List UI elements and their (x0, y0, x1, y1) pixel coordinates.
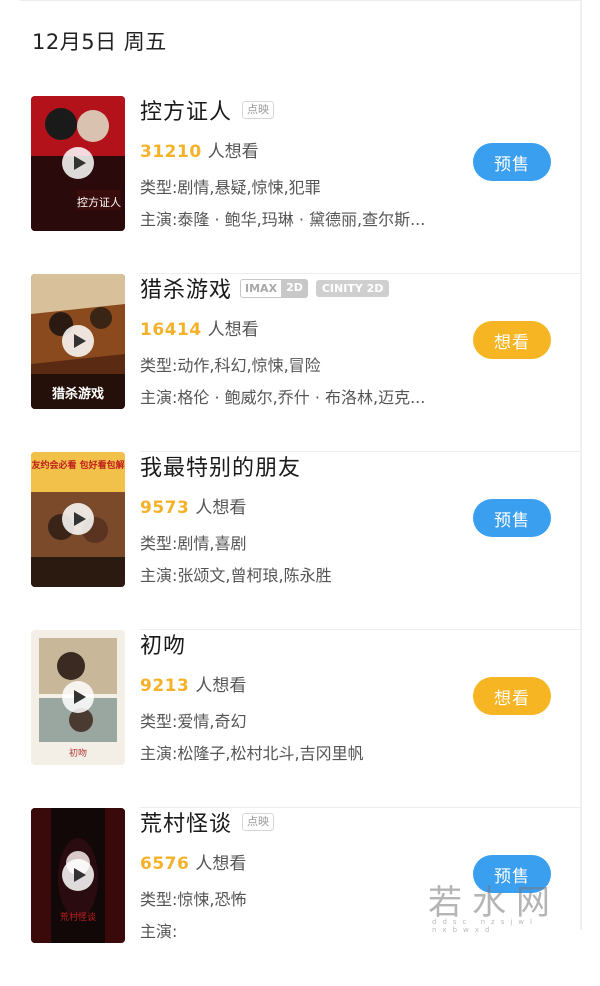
poster-title-text: 控方证人 (77, 195, 121, 209)
movie-card[interactable]: 控方证人 控方证人 点映 31210 人想看 类型:剧情,悬疑,惊悚,犯罪 主演:… (0, 96, 580, 274)
imax-label: IMAX (240, 278, 282, 298)
movie-genre: 类型:动作,科幻,惊悚,冒险 (140, 356, 321, 375)
presale-button[interactable]: 预售 (473, 499, 551, 537)
movie-poster[interactable]: 荒村怪谈 (31, 808, 125, 943)
movie-genre: 类型:惊悚,恐怖 (140, 890, 247, 909)
presale-button[interactable]: 预售 (473, 143, 551, 181)
movie-cast: 主演:格伦 · 鲍威尔,乔什 · 布洛林,迈克... (140, 388, 426, 407)
want-suffix: 人想看 (195, 676, 247, 696)
want-suffix: 人想看 (195, 854, 247, 874)
movie-card[interactable]: 猎杀游戏 猎杀游戏 IMAX 2D CINITY 2D 16414 人想看 类型:动… (0, 274, 580, 452)
watermark-subtext: ddsc nzsjwl nxbwxd (432, 918, 538, 934)
date-header: 12月5日 周五 (32, 30, 167, 54)
want-button[interactable]: 想看 (473, 321, 551, 359)
movie-poster[interactable]: 朋友约会必看 包好看包解压 (31, 452, 125, 587)
movie-title-row: 初吻 (140, 628, 186, 660)
want-count: 31210 人想看 (140, 137, 259, 162)
movie-cast: 主演:张颂文,曾柯琅,陈永胜 (140, 566, 332, 585)
movie-title[interactable]: 初吻 (140, 628, 186, 660)
want-number: 6576 (140, 854, 190, 874)
want-suffix: 人想看 (207, 142, 259, 162)
movie-cast: 主演:泰隆 · 鲍华,玛琳 · 黛德丽,查尔斯... (140, 210, 426, 229)
movie-title-row: 荒村怪谈 点映 (140, 806, 275, 838)
movie-poster[interactable]: 控方证人 (31, 96, 125, 231)
movie-title-row: 我最特别的朋友 (140, 450, 301, 482)
movie-genre: 类型:剧情,悬疑,惊悚,犯罪 (140, 178, 321, 197)
play-icon[interactable] (62, 859, 94, 891)
want-suffix: 人想看 (207, 320, 259, 340)
movie-genre: 类型:爱情,奇幻 (140, 712, 247, 731)
preview-tag: 点映 (242, 813, 275, 831)
poster-title-text: 朋友约会必看 包好看包解压 (31, 459, 125, 471)
want-count: 9573 人想看 (140, 493, 246, 518)
movie-title[interactable]: 我最特别的朋友 (140, 450, 301, 482)
play-icon[interactable] (62, 325, 94, 357)
2d-label: 2D (286, 280, 303, 294)
movie-cast: 主演:松隆子,松村北斗,吉冈里帆 (140, 744, 364, 763)
movie-card[interactable]: 朋友约会必看 包好看包解压 我最特别的朋友 9573人想看 类型:剧情,喜剧 主… (0, 452, 580, 630)
movie-cast: 主演: (140, 922, 178, 941)
movie-title-row: 猎杀游戏 IMAX 2D CINITY 2D (140, 272, 390, 304)
want-count: 9213 人想看 (140, 671, 246, 696)
want-number: 9573 (140, 498, 190, 518)
movie-genre: 类型:剧情,喜剧 (140, 534, 247, 553)
preview-tag: 点映 (242, 101, 275, 119)
want-number: 31210 (140, 142, 202, 162)
want-suffix: 人想看 (195, 498, 247, 518)
want-number: 9213 (140, 676, 190, 696)
want-number: 16414 (140, 320, 202, 340)
movie-title[interactable]: 控方证人 (140, 94, 232, 126)
top-divider (20, 0, 580, 1)
movie-card[interactable]: 初吻 初吻 9213 人想看 类型:爱情,奇幻 主演:松隆子,松村北斗,吉冈里帆 … (0, 630, 580, 808)
want-count: 6576 人想看 (140, 849, 246, 874)
want-count: 16414 人想看 (140, 315, 259, 340)
play-icon[interactable] (62, 147, 94, 179)
want-button[interactable]: 想看 (473, 677, 551, 715)
movie-poster[interactable]: 初吻 (31, 630, 125, 765)
poster-title-text: 猎杀游戏 (52, 386, 104, 402)
movie-title[interactable]: 猎杀游戏 (140, 272, 232, 304)
imax-2d-tag: IMAX 2D (240, 278, 308, 298)
movie-poster[interactable]: 猎杀游戏 (31, 274, 125, 409)
movie-list-page: 12月5日 周五 控方证人 控方证人 点映 31210 人想看 类型:剧情,悬疑,… (0, 0, 582, 943)
poster-title-text: 荒村怪谈 (60, 911, 96, 923)
movie-title[interactable]: 荒村怪谈 (140, 806, 232, 838)
poster-title-text: 初吻 (69, 747, 87, 759)
cinity-2d-tag: CINITY 2D (315, 279, 390, 297)
play-icon[interactable] (62, 503, 94, 535)
play-icon[interactable] (62, 681, 94, 713)
watermark-text: 若水网 (428, 883, 560, 923)
movie-title-row: 控方证人 点映 (140, 94, 275, 126)
